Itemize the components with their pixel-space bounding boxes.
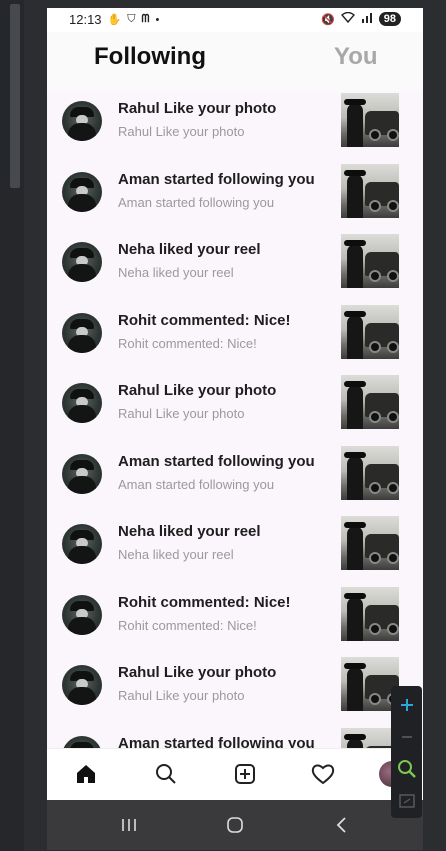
tab-you[interactable]: You	[334, 43, 378, 71]
notification-row[interactable]: Aman started following youAman started f…	[47, 727, 423, 749]
notification-title: Aman started following you	[118, 170, 315, 188]
post-thumbnail[interactable]	[341, 93, 399, 147]
search-icon[interactable]	[154, 762, 178, 786]
m-icon: ᗰ	[141, 13, 150, 25]
user-avatar[interactable]	[62, 312, 102, 353]
user-avatar[interactable]	[62, 101, 102, 141]
battery-indicator: 98	[378, 12, 401, 26]
notification-title: Rahul Like your photo	[118, 664, 277, 681]
notification-title: Rohit commented: Nice!	[118, 311, 291, 329]
post-thumbnail[interactable]	[341, 516, 399, 570]
home-button-icon[interactable]	[224, 814, 246, 836]
notification-row[interactable]: Rohit commented: Nice! Rohit commented: N…	[47, 304, 423, 375]
back-icon[interactable]	[330, 814, 352, 836]
notification-subtitle: Aman started following you	[118, 194, 275, 210]
notification-row[interactable]: Rahul Like your photo Rahul Like your pho…	[47, 374, 423, 445]
user-avatar[interactable]	[62, 383, 102, 423]
status-bar: 12:13 ✋ ⛉ ᗰ • 🔇 98	[47, 8, 423, 32]
notification-row[interactable]: Aman started following you Aman started f…	[47, 445, 423, 516]
tab-bar: Following You	[47, 32, 423, 92]
notification-subtitle: Neha liked your reel	[118, 265, 234, 280]
notification-subtitle: Aman started following you	[118, 476, 275, 492]
notification-row[interactable]: Rohit commented: Nice! Rohit commented: N…	[47, 586, 423, 657]
notification-row[interactable]: Rahul Like your photo Rahul Like your pho…	[47, 92, 423, 163]
editor-left-rail	[0, 0, 24, 851]
post-thumbnail[interactable]	[341, 375, 399, 429]
user-avatar[interactable]	[62, 735, 102, 748]
hand-icon: ✋	[107, 14, 122, 26]
user-avatar[interactable]	[62, 171, 102, 212]
zoom-icon[interactable]	[394, 756, 419, 781]
notification-subtitle: Rohit commented: Nice!	[118, 617, 257, 633]
dot-icon: •	[155, 13, 160, 26]
notification-title: Rahul Like your photo	[118, 100, 277, 117]
post-thumbnail[interactable]	[341, 586, 399, 641]
post-thumbnail[interactable]	[341, 234, 399, 288]
notification-row[interactable]: Rahul Like your photo Rahul Like your pho…	[47, 656, 423, 727]
notification-title: Rohit commented: Nice!	[118, 593, 291, 611]
notification-row[interactable]: Neha liked your reel Neha liked your reel	[47, 515, 423, 586]
notification-title: Aman started following you	[118, 452, 315, 470]
notification-row[interactable]: Aman started following you Aman started f…	[47, 163, 423, 234]
home-icon[interactable]	[74, 762, 98, 786]
emulator-zoom-panel	[391, 686, 422, 818]
notification-list[interactable]: Rahul Like your photo Rahul Like your pho…	[47, 92, 423, 748]
notification-subtitle: Rohit commented: Nice!	[118, 335, 257, 351]
recent-apps-icon[interactable]	[118, 814, 140, 836]
mute-icon: 🔇	[321, 13, 335, 26]
user-avatar[interactable]	[62, 665, 102, 705]
phone-screen: 12:13 ✋ ⛉ ᗰ • 🔇 98 Following You Rahul L…	[47, 8, 423, 850]
user-avatar[interactable]	[62, 594, 102, 635]
add-post-icon[interactable]	[233, 762, 257, 786]
scrollbar-thumb[interactable]	[10, 4, 20, 188]
post-thumbnail[interactable]	[341, 445, 399, 500]
post-thumbnail[interactable]	[341, 163, 399, 218]
wifi-icon	[340, 11, 355, 26]
minus-icon[interactable]	[394, 724, 419, 749]
user-avatar[interactable]	[62, 524, 102, 564]
shield-icon: ⛉	[127, 13, 136, 25]
notification-title: Neha liked your reel	[118, 523, 261, 540]
plus-icon[interactable]	[394, 692, 419, 717]
heart-icon[interactable]	[311, 762, 335, 786]
signal-icon	[361, 12, 373, 26]
fit-screen-icon[interactable]	[394, 788, 419, 813]
tab-following[interactable]: Following	[94, 43, 206, 71]
bottom-navigation	[47, 748, 423, 801]
system-navigation-bar	[47, 800, 423, 850]
post-thumbnail[interactable]	[341, 304, 399, 359]
notification-row[interactable]: Neha liked your reel Neha liked your reel	[47, 233, 423, 304]
notification-title: Aman started following you	[118, 734, 315, 749]
notification-title: Neha liked your reel	[118, 241, 261, 258]
notification-subtitle: Rahul Like your photo	[118, 124, 245, 139]
notification-title: Rahul Like your photo	[118, 382, 277, 399]
notification-subtitle: Neha liked your reel	[118, 547, 234, 562]
notification-subtitle: Rahul Like your photo	[118, 406, 245, 421]
notification-subtitle: Rahul Like your photo	[118, 688, 245, 703]
status-time: 12:13	[69, 12, 102, 27]
user-avatar[interactable]	[62, 242, 102, 282]
user-avatar[interactable]	[62, 453, 102, 494]
